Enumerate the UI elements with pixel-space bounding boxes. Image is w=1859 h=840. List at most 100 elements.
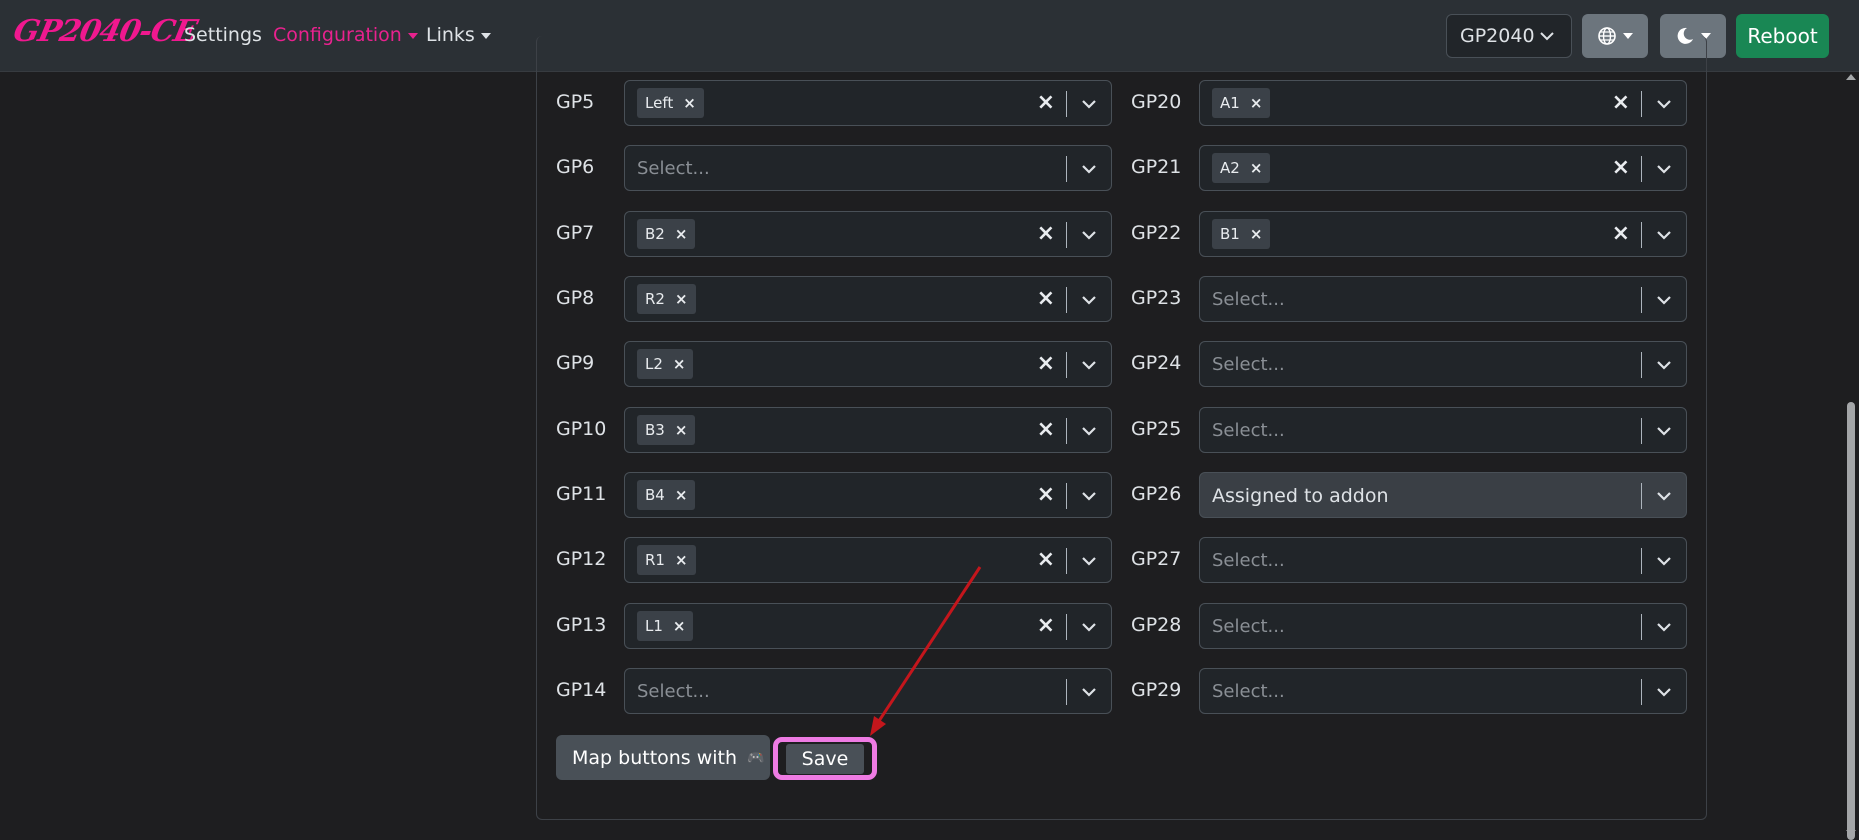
chip-label: L1 [645, 617, 663, 635]
chevron-down-icon[interactable] [1656, 619, 1672, 635]
pin-select-gp25[interactable]: Select... [1199, 407, 1687, 453]
chevron-down-icon[interactable] [1081, 553, 1097, 569]
chevron-down-icon[interactable] [1081, 423, 1097, 439]
clear-selection-icon[interactable]: × [1037, 286, 1055, 311]
pin-select-gp29[interactable]: Select... [1199, 668, 1687, 714]
pin-select-gp13[interactable]: L1 × × [624, 603, 1112, 649]
map-buttons-with-gamepad-button[interactable]: Map buttons with 🎮 [556, 735, 770, 780]
pin-label: GP28 [1131, 614, 1182, 636]
remove-chip-icon[interactable]: × [673, 617, 686, 635]
remove-chip-icon[interactable]: × [675, 486, 688, 504]
pin-select-gp11[interactable]: B4 × × [624, 472, 1112, 518]
pin-select-gp22[interactable]: B1 × × [1199, 211, 1687, 257]
nav-configuration[interactable]: Configuration [273, 24, 418, 46]
brand-logo[interactable]: GP2040-CE [10, 14, 199, 49]
reboot-button[interactable]: Reboot [1736, 14, 1829, 58]
save-button[interactable]: Save [786, 744, 864, 774]
nav-links[interactable]: Links [426, 24, 491, 46]
remove-chip-icon[interactable]: × [675, 290, 688, 308]
pin-select-gp26[interactable]: Assigned to addon [1199, 472, 1687, 518]
pin-select-gp27[interactable]: Select... [1199, 537, 1687, 583]
chevron-down-icon[interactable] [1656, 423, 1672, 439]
chevron-down-icon[interactable] [1081, 161, 1097, 177]
clear-selection-icon[interactable]: × [1612, 221, 1630, 246]
pin-select-gp9[interactable]: L2 × × [624, 341, 1112, 387]
remove-chip-icon[interactable]: × [1250, 94, 1263, 112]
selected-chip: L2 × [637, 349, 694, 379]
clear-selection-icon[interactable]: × [1037, 221, 1055, 246]
clear-selection-icon[interactable]: × [1037, 613, 1055, 638]
clear-selection-icon[interactable]: × [1037, 417, 1055, 442]
clear-selection-icon[interactable]: × [1037, 90, 1055, 115]
clear-selection-icon[interactable]: × [1037, 482, 1055, 507]
chevron-down-icon[interactable] [1656, 553, 1672, 569]
select-placeholder: Select... [1212, 550, 1285, 571]
pin-select-gp23[interactable]: Select... [1199, 276, 1687, 322]
pin-label: GP14 [556, 679, 607, 701]
select-placeholder: Select... [1212, 354, 1285, 375]
pin-label: GP25 [1131, 418, 1182, 440]
chevron-down-icon[interactable] [1656, 684, 1672, 700]
chevron-down-icon[interactable] [1656, 96, 1672, 112]
chevron-down-icon[interactable] [1656, 357, 1672, 373]
chevron-down-icon[interactable] [1656, 161, 1672, 177]
pin-select-gp6[interactable]: Select... [624, 145, 1112, 191]
pin-select-gp10[interactable]: B3 × × [624, 407, 1112, 453]
remove-chip-icon[interactable]: × [675, 551, 688, 569]
pin-select-gp5[interactable]: Left × × [624, 80, 1112, 126]
chevron-down-icon[interactable] [1081, 227, 1097, 243]
scroll-thumb[interactable] [1847, 402, 1855, 840]
pin-select-gp21[interactable]: A2 × × [1199, 145, 1687, 191]
clear-selection-icon[interactable]: × [1037, 547, 1055, 572]
pin-select-gp14[interactable]: Select... [624, 668, 1112, 714]
chevron-down-icon[interactable] [1656, 292, 1672, 308]
chip-label: A2 [1220, 159, 1240, 177]
pin-select-gp12[interactable]: R1 × × [624, 537, 1112, 583]
clear-selection-icon[interactable]: × [1612, 155, 1630, 180]
chip-label: Left [645, 94, 674, 112]
selected-chip: B3 × [637, 415, 696, 445]
chevron-down-icon[interactable] [1081, 357, 1097, 373]
scroll-up-arrow-icon[interactable] [1846, 74, 1856, 80]
scroll-down-arrow-icon[interactable] [1846, 830, 1856, 836]
chevron-down-icon[interactable] [1081, 292, 1097, 308]
chip-label: B2 [645, 225, 665, 243]
chevron-down-icon[interactable] [1081, 488, 1097, 504]
remove-chip-icon[interactable]: × [675, 421, 688, 439]
chevron-down-icon[interactable] [1081, 684, 1097, 700]
pin-select-gp24[interactable]: Select... [1199, 341, 1687, 387]
map-buttons-label: Map buttons with [572, 746, 738, 769]
pin-label: GP26 [1131, 483, 1182, 505]
remove-chip-icon[interactable]: × [683, 94, 696, 112]
remove-chip-icon[interactable]: × [1250, 159, 1263, 177]
clear-selection-icon[interactable]: × [1037, 351, 1055, 376]
chevron-down-icon[interactable] [1081, 619, 1097, 635]
nav-settings[interactable]: Settings [184, 24, 262, 46]
pin-label: GP8 [556, 287, 595, 309]
select-placeholder: Select... [1212, 420, 1285, 441]
chevron-down-icon[interactable] [1656, 488, 1672, 504]
indicator-separator [1066, 483, 1067, 509]
selected-chip: Left × [637, 88, 704, 118]
chip-label: B3 [645, 421, 665, 439]
pin-select-gp28[interactable]: Select... [1199, 603, 1687, 649]
clear-selection-icon[interactable]: × [1612, 90, 1630, 115]
pin-label: GP6 [556, 156, 595, 178]
remove-chip-icon[interactable]: × [673, 355, 686, 373]
pin-select-gp8[interactable]: R2 × × [624, 276, 1112, 322]
vertical-scrollbar[interactable] [1842, 72, 1859, 840]
pin-label: GP5 [556, 91, 595, 113]
pin-label: GP12 [556, 548, 607, 570]
indicator-separator [1066, 679, 1067, 705]
chevron-down-icon[interactable] [1656, 227, 1672, 243]
pin-select-gp20[interactable]: A1 × × [1199, 80, 1687, 126]
indicator-separator [1066, 614, 1067, 640]
caret-down-icon [480, 32, 491, 39]
pin-select-gp7[interactable]: B2 × × [624, 211, 1112, 257]
gamepad-icon: 🎮 [747, 749, 765, 766]
pin-label: GP7 [556, 222, 595, 244]
remove-chip-icon[interactable]: × [675, 225, 688, 243]
remove-chip-icon[interactable]: × [1250, 225, 1263, 243]
nav-links-label: Links [426, 24, 475, 46]
chevron-down-icon[interactable] [1081, 96, 1097, 112]
